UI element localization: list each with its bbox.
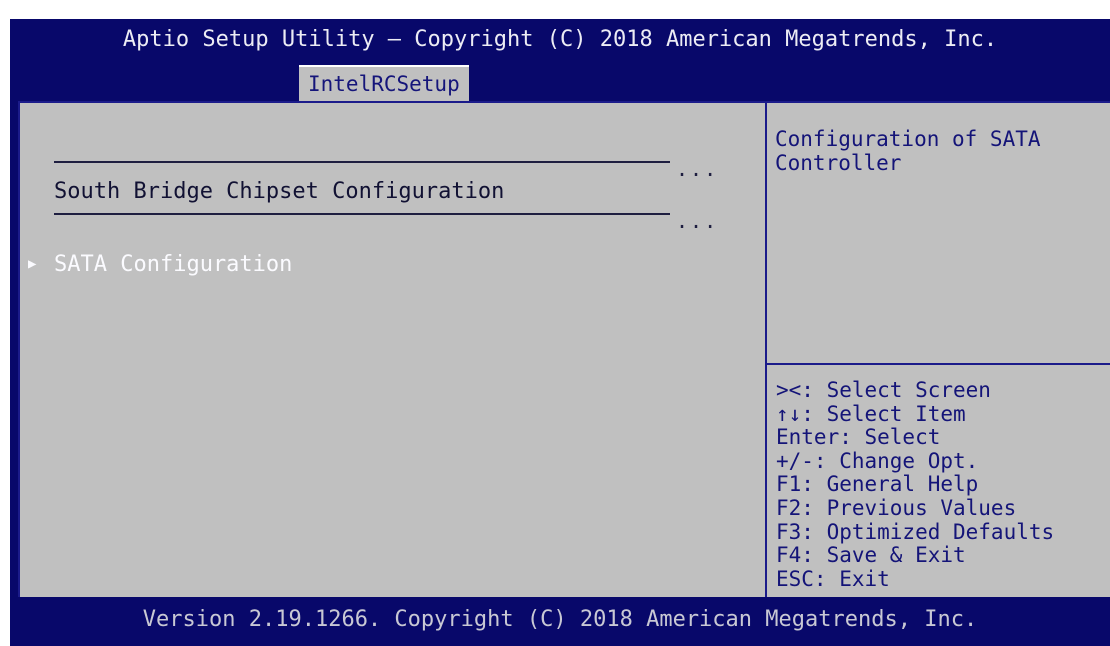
key-help-enter: Enter: Select bbox=[776, 425, 941, 450]
tab-intelrcsetup[interactable]: IntelRCSetup bbox=[299, 65, 469, 101]
key-help-optimized-defaults: F3: Optimized Defaults bbox=[776, 519, 1055, 544]
menu-item-label: SATA Configuration bbox=[54, 252, 293, 277]
submenu-arrow-icon: ▶ bbox=[28, 256, 37, 272]
key-help-list: ><: Select Screen ↑↓: Select Item Enter:… bbox=[776, 378, 1055, 591]
app-title: Aptio Setup Utility – Copyright (C) 2018… bbox=[122, 27, 998, 52]
key-help-select-screen: ><: Select Screen bbox=[776, 378, 991, 402]
separator-dots: ... bbox=[676, 157, 719, 181]
separator-dots: ... bbox=[676, 209, 719, 233]
section-title: South Bridge Chipset Configuration bbox=[54, 179, 505, 204]
item-help-text: Configuration of SATA Controller bbox=[775, 127, 1041, 175]
page-top-margin bbox=[0, 0, 1110, 19]
key-help-previous-values: F2: Previous Values bbox=[776, 495, 1017, 520]
footer-version: Version 2.19.1266. Copyright (C) 2018 Am… bbox=[142, 607, 978, 632]
key-help-save-exit: F4: Save & Exit bbox=[776, 543, 966, 568]
main-panel: ... South Bridge Chipset Configuration .… bbox=[18, 101, 1110, 597]
section-separator-bottom bbox=[54, 213, 670, 215]
menu-item-sata-configuration[interactable]: ▶ SATA Configuration bbox=[28, 249, 292, 280]
bios-setup-screen: Aptio Setup Utility – Copyright (C) 2018… bbox=[10, 19, 1110, 646]
section-separator-top bbox=[54, 161, 670, 163]
key-help-change-opt: +/-: Change Opt. bbox=[776, 448, 979, 473]
key-help-select-item: ↑↓: Select Item bbox=[776, 401, 966, 426]
help-divider-vertical bbox=[765, 103, 767, 597]
key-help-general-help: F1: General Help bbox=[776, 472, 979, 497]
key-help-esc-exit: ESC: Exit bbox=[776, 566, 890, 591]
help-divider-horizontal bbox=[767, 363, 1110, 365]
